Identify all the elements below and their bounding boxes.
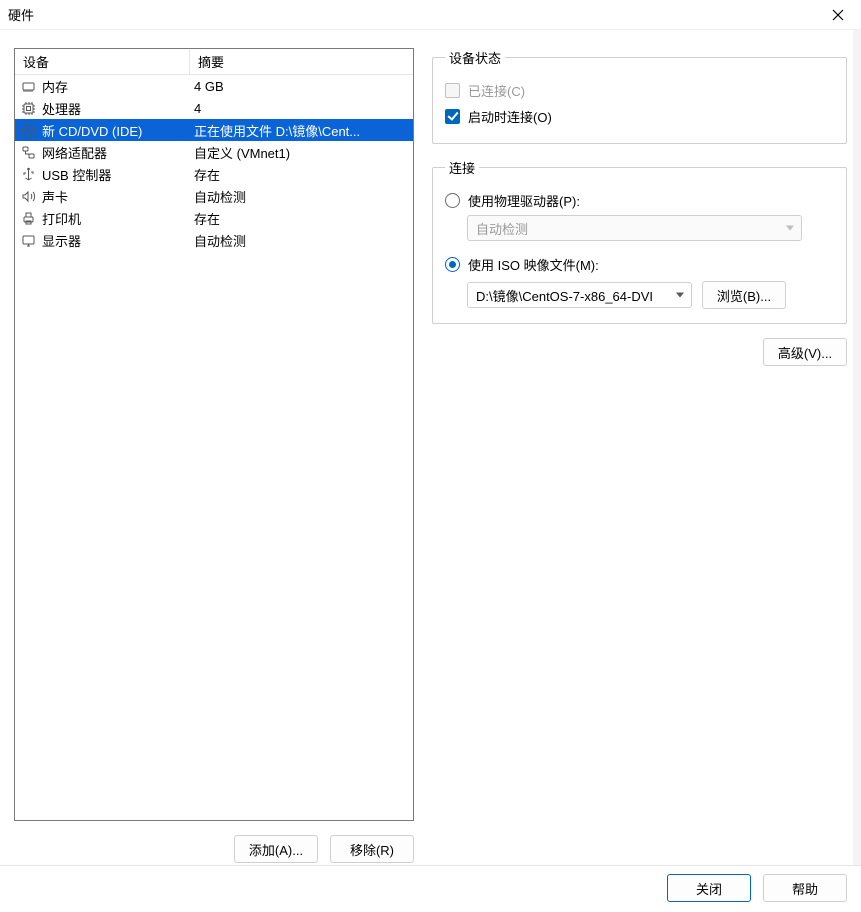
add-button[interactable]: 添加(A)...	[234, 835, 318, 863]
device-summary: 4 GB	[190, 79, 413, 94]
device-summary: 存在	[190, 165, 413, 184]
device-row[interactable]: 声卡 自动检测	[15, 185, 413, 207]
device-list[interactable]: 设备 摘要 内存 4 GB 处理器 4 新 CD/DVD (IDE) 正在使用文件 D:\…	[14, 48, 414, 821]
connection-legend: 连接	[445, 158, 479, 177]
device-status-group: 设备状态 已连接(C) 启动时连接(O)	[432, 48, 847, 144]
display-icon	[21, 233, 36, 248]
use-physical-drive-label: 使用物理驱动器(P):	[468, 191, 580, 210]
chevron-down-icon	[786, 226, 794, 231]
device-list-header: 设备 摘要	[15, 49, 413, 75]
device-summary: 存在	[190, 209, 413, 228]
device-name: 新 CD/DVD (IDE)	[42, 121, 142, 140]
device-row[interactable]: 处理器 4	[15, 97, 413, 119]
device-row[interactable]: USB 控制器 存在	[15, 163, 413, 185]
use-iso-row[interactable]: 使用 ISO 映像文件(M):	[445, 251, 834, 277]
device-name: 打印机	[42, 209, 81, 228]
close-button[interactable]: 关闭	[667, 874, 751, 902]
device-status-legend: 设备状态	[445, 48, 505, 67]
device-row[interactable]: 打印机 存在	[15, 207, 413, 229]
physical-drive-select: 自动检测	[467, 215, 802, 241]
dialog-footer: 关闭 帮助	[0, 865, 861, 912]
use-physical-drive-row[interactable]: 使用物理驱动器(P):	[445, 187, 834, 213]
connect-at-poweron-label: 启动时连接(O)	[468, 107, 552, 126]
col-header-summary[interactable]: 摘要	[190, 49, 413, 75]
sound-icon	[21, 189, 36, 204]
iso-path-value: D:\镜像\CentOS-7-x86_64-DVI	[476, 286, 653, 305]
window-title: 硬件	[8, 5, 34, 24]
device-row[interactable]: 网络适配器 自定义 (VMnet1)	[15, 141, 413, 163]
cpu-icon	[21, 101, 36, 116]
device-name: 网络适配器	[42, 143, 107, 162]
connection-group: 连接 使用物理驱动器(P): 自动检测 使用 ISO 映像文件(M): D:\镜…	[432, 158, 847, 324]
browse-button[interactable]: 浏览(B)...	[702, 281, 786, 309]
device-row[interactable]: 显示器 自动检测	[15, 229, 413, 251]
device-summary: 正在使用文件 D:\镜像\Cent...	[190, 121, 413, 140]
device-summary: 自动检测	[190, 231, 413, 250]
title-bar: 硬件	[0, 0, 861, 30]
device-summary: 自动检测	[190, 187, 413, 206]
connect-at-poweron-row[interactable]: 启动时连接(O)	[445, 103, 834, 129]
memory-icon	[21, 79, 36, 94]
help-button[interactable]: 帮助	[763, 874, 847, 902]
device-row[interactable]: 内存 4 GB	[15, 75, 413, 97]
connected-checkbox	[445, 83, 460, 98]
use-physical-drive-radio[interactable]	[445, 193, 460, 208]
device-name: USB 控制器	[42, 165, 111, 184]
connected-checkbox-row: 已连接(C)	[445, 77, 834, 103]
window-close-button[interactable]	[823, 1, 853, 29]
connected-label: 已连接(C)	[468, 81, 525, 100]
iso-path-combo[interactable]: D:\镜像\CentOS-7-x86_64-DVI	[467, 282, 692, 308]
edge-sliver	[853, 30, 861, 912]
device-row[interactable]: 新 CD/DVD (IDE) 正在使用文件 D:\镜像\Cent...	[15, 119, 413, 141]
advanced-button[interactable]: 高级(V)...	[763, 338, 847, 366]
device-name: 处理器	[42, 99, 81, 118]
chevron-down-icon[interactable]	[676, 293, 684, 298]
use-iso-radio[interactable]	[445, 257, 460, 272]
disc-icon	[21, 123, 36, 138]
use-iso-label: 使用 ISO 映像文件(M):	[468, 255, 599, 274]
device-name: 声卡	[42, 187, 68, 206]
col-header-device[interactable]: 设备	[15, 49, 190, 75]
network-icon	[21, 145, 36, 160]
physical-drive-value: 自动检测	[476, 219, 528, 238]
device-summary: 4	[190, 101, 413, 116]
device-summary: 自定义 (VMnet1)	[190, 143, 413, 162]
usb-icon	[21, 167, 36, 182]
connect-at-poweron-checkbox[interactable]	[445, 109, 460, 124]
device-name: 内存	[42, 77, 68, 96]
printer-icon	[21, 211, 36, 226]
remove-button[interactable]: 移除(R)	[330, 835, 414, 863]
device-name: 显示器	[42, 231, 81, 250]
